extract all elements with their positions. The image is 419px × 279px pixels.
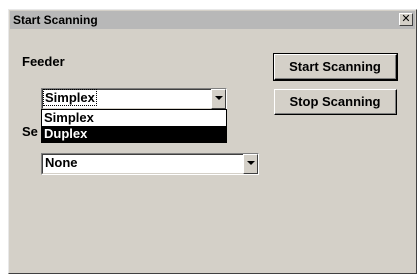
second-field-label: Se [22, 124, 38, 139]
start-scanning-button[interactable]: Start Scanning [273, 53, 398, 81]
chevron-down-icon[interactable] [211, 89, 226, 109]
start-scanning-label: Start Scanning [275, 55, 396, 79]
start-scanning-dialog: Start Scanning ✕ Feeder Simplex Se Simpl… [8, 9, 417, 274]
feeder-label: Feeder [22, 54, 65, 69]
second-selected-value: None [45, 155, 78, 170]
feeder-select[interactable]: Simplex [41, 88, 227, 110]
close-icon[interactable]: ✕ [399, 13, 413, 26]
second-select[interactable]: None [41, 153, 259, 175]
feeder-option-duplex[interactable]: Duplex [42, 126, 226, 142]
window-title: Start Scanning [13, 13, 98, 27]
feeder-selected-value: Simplex [43, 89, 97, 106]
stop-scanning-button[interactable]: Stop Scanning [274, 89, 397, 115]
title-bar: Start Scanning ✕ [10, 11, 415, 29]
chevron-down-icon[interactable] [243, 154, 258, 174]
feeder-dropdown-list: Simplex Duplex [41, 109, 227, 143]
stop-scanning-label: Stop Scanning [275, 90, 396, 114]
feeder-option-simplex[interactable]: Simplex [42, 110, 226, 126]
